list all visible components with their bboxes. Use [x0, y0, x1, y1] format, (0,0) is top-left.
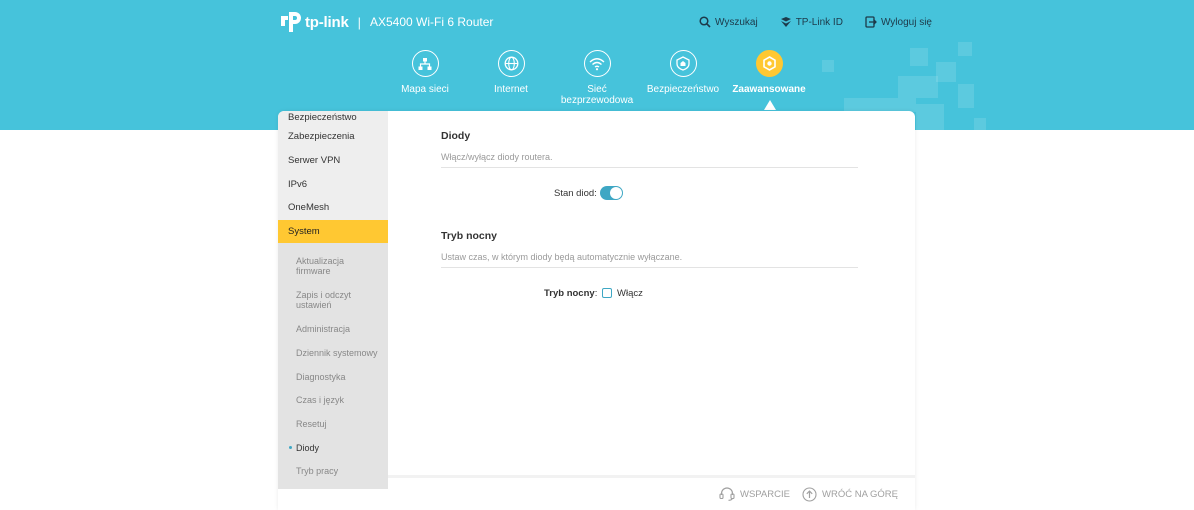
decor-pixel: [958, 84, 974, 108]
sidebar-item-label: System: [288, 226, 320, 238]
decor-pixel: [822, 60, 834, 72]
logout-icon: [865, 16, 877, 28]
system-submenu: Aktualizacja firmware Zapis i odczyt ust…: [278, 243, 388, 490]
submenu-item-label: Diody: [296, 442, 320, 453]
tplink-logo[interactable]: tp-link | AX5400 Wi-Fi 6 Router: [278, 11, 493, 33]
logo-separator: |: [357, 14, 361, 30]
decor-pixel: [898, 76, 938, 98]
sidebar-item-label: IPv6: [288, 178, 308, 190]
sidebar-item-label: Serwer VPN: [288, 155, 341, 167]
submenu-item-label: Czas i język: [296, 395, 345, 406]
night-mode-section-title: Tryb nocny: [441, 230, 498, 242]
search-icon: [699, 16, 711, 28]
submenu-item-label: Tryb pracy: [296, 466, 339, 477]
toggle-knob: [610, 187, 622, 199]
content-panel: Diody Włącz/wyłącz diody routera. Stan d…: [388, 111, 915, 475]
tplink-id-label: TP-Link ID: [795, 16, 843, 28]
submenu-item-label: Dziennik systemowy: [296, 347, 378, 358]
globe-icon: [497, 50, 525, 77]
sidebar-item-ipv6[interactable]: IPv6: [278, 172, 388, 196]
sidebar-item-security[interactable]: Bezpieczeństwo: [278, 111, 388, 125]
nav-label: Mapa sieci: [401, 84, 449, 95]
sidebar: Bezpieczeństwo Zabezpieczenia Serwer VPN…: [278, 111, 388, 490]
top-actions: Wyszukaj TP-Link ID Wyloguj się: [699, 16, 932, 28]
search-label: Wyszukaj: [715, 16, 758, 28]
submenu-item-leds[interactable]: Diody: [278, 436, 388, 460]
back-to-top-label: WRÓĆ NA GÓRĘ: [822, 489, 899, 500]
night-mode-checkbox[interactable]: [602, 288, 612, 298]
nav-security[interactable]: Bezpieczeństwo: [640, 50, 726, 106]
gear-icon: [755, 50, 783, 77]
headset-icon: [719, 487, 735, 501]
nav-label: Bezpieczeństwo: [646, 84, 720, 95]
router-model: AX5400 Wi-Fi 6 Router: [369, 15, 494, 29]
decor-pixel: [910, 48, 928, 66]
submenu-item-label: Aktualizacja firmware: [296, 256, 345, 277]
tplink-logo-icon: [281, 12, 301, 32]
sidebar-item-onemesh[interactable]: OneMesh: [278, 196, 388, 220]
active-nav-pointer: [764, 100, 776, 110]
main-nav: Mapa sieci Internet Sieć bezprzewodowa B…: [382, 50, 812, 106]
led-status-toggle[interactable]: [600, 186, 623, 200]
night-mode-checkbox-label[interactable]: Włącz: [617, 288, 643, 299]
logout-label: Wyloguj się: [880, 16, 932, 28]
submenu-item-system-log[interactable]: Dziennik systemowy: [278, 341, 388, 365]
card-footer: WSPARCIE WRÓĆ NA GÓRĘ: [388, 475, 915, 510]
decor-pixel: [936, 62, 956, 82]
network-map-icon: [411, 50, 439, 77]
main-card: Bezpieczeństwo Zabezpieczenia Serwer VPN…: [278, 111, 915, 510]
search-button[interactable]: Wyszukaj: [699, 16, 758, 28]
leds-section-description: Włącz/wyłącz diody routera.: [441, 152, 858, 168]
decor-pixel: [844, 98, 916, 112]
night-mode-label-text: Tryb nocny: [544, 288, 595, 299]
nav-wireless[interactable]: Sieć bezprzewodowa: [554, 50, 640, 106]
nav-label: Internet: [494, 84, 528, 95]
nav-label: Zaawansowane: [732, 84, 806, 95]
nav-internet[interactable]: Internet: [468, 50, 554, 106]
night-mode-section-description: Ustaw czas, w którym diody będą automaty…: [441, 252, 858, 268]
submenu-item-time-language[interactable]: Czas i język: [278, 389, 388, 413]
sidebar-item-protection[interactable]: Zabezpieczenia: [278, 125, 388, 149]
leds-section-title: Diody: [441, 130, 471, 142]
back-to-top-link[interactable]: WRÓĆ NA GÓRĘ: [802, 487, 898, 502]
submenu-item-diagnostics[interactable]: Diagnostyka: [278, 365, 388, 389]
sidebar-item-vpn-server[interactable]: Serwer VPN: [278, 149, 388, 173]
submenu-item-label: Diagnostyka: [296, 371, 346, 382]
tplink-id-icon: [780, 17, 791, 27]
decor-pixel: [916, 104, 944, 130]
nav-label: Sieć bezprzewodowa: [560, 84, 634, 106]
submenu-item-administration[interactable]: Administracja: [278, 317, 388, 341]
led-status-label: Stan diod:: [554, 188, 597, 199]
tplink-id-button[interactable]: TP-Link ID: [780, 16, 843, 28]
nav-advanced[interactable]: Zaawansowane: [726, 50, 812, 106]
support-label: WSPARCIE: [740, 488, 790, 500]
sidebar-item-label: OneMesh: [288, 202, 330, 214]
nav-network-map[interactable]: Mapa sieci: [382, 50, 468, 106]
arrow-up-circle-icon: [802, 487, 817, 502]
wifi-icon: [583, 50, 611, 77]
sidebar-item-system[interactable]: System: [278, 219, 388, 244]
shield-home-icon: [669, 50, 697, 77]
night-mode-label: Tryb nocny:: [544, 288, 597, 299]
submenu-item-label: Zapis i odczyt ustawień: [296, 290, 352, 311]
submenu-item-label: Resetuj: [296, 419, 327, 430]
active-dot: [289, 446, 292, 450]
submenu-item-label: Administracja: [296, 324, 351, 335]
sidebar-item-label: Zabezpieczenia: [288, 131, 355, 143]
night-mode-label-colon: :: [594, 288, 598, 299]
logout-button[interactable]: Wyloguj się: [865, 16, 932, 28]
submenu-item-operation-mode[interactable]: Tryb pracy: [278, 460, 388, 484]
sidebar-item-label: Bezpieczeństwo: [288, 112, 357, 123]
support-link[interactable]: WSPARCIE: [719, 487, 790, 501]
decor-pixel: [958, 42, 972, 56]
submenu-item-firmware-update[interactable]: Aktualizacja firmware: [278, 249, 388, 283]
decor-pixel: [974, 118, 986, 130]
submenu-item-reset[interactable]: Resetuj: [278, 412, 388, 436]
logo-text: tp-link: [305, 13, 349, 31]
submenu-item-backup-restore[interactable]: Zapis i odczyt ustawień: [278, 283, 388, 317]
